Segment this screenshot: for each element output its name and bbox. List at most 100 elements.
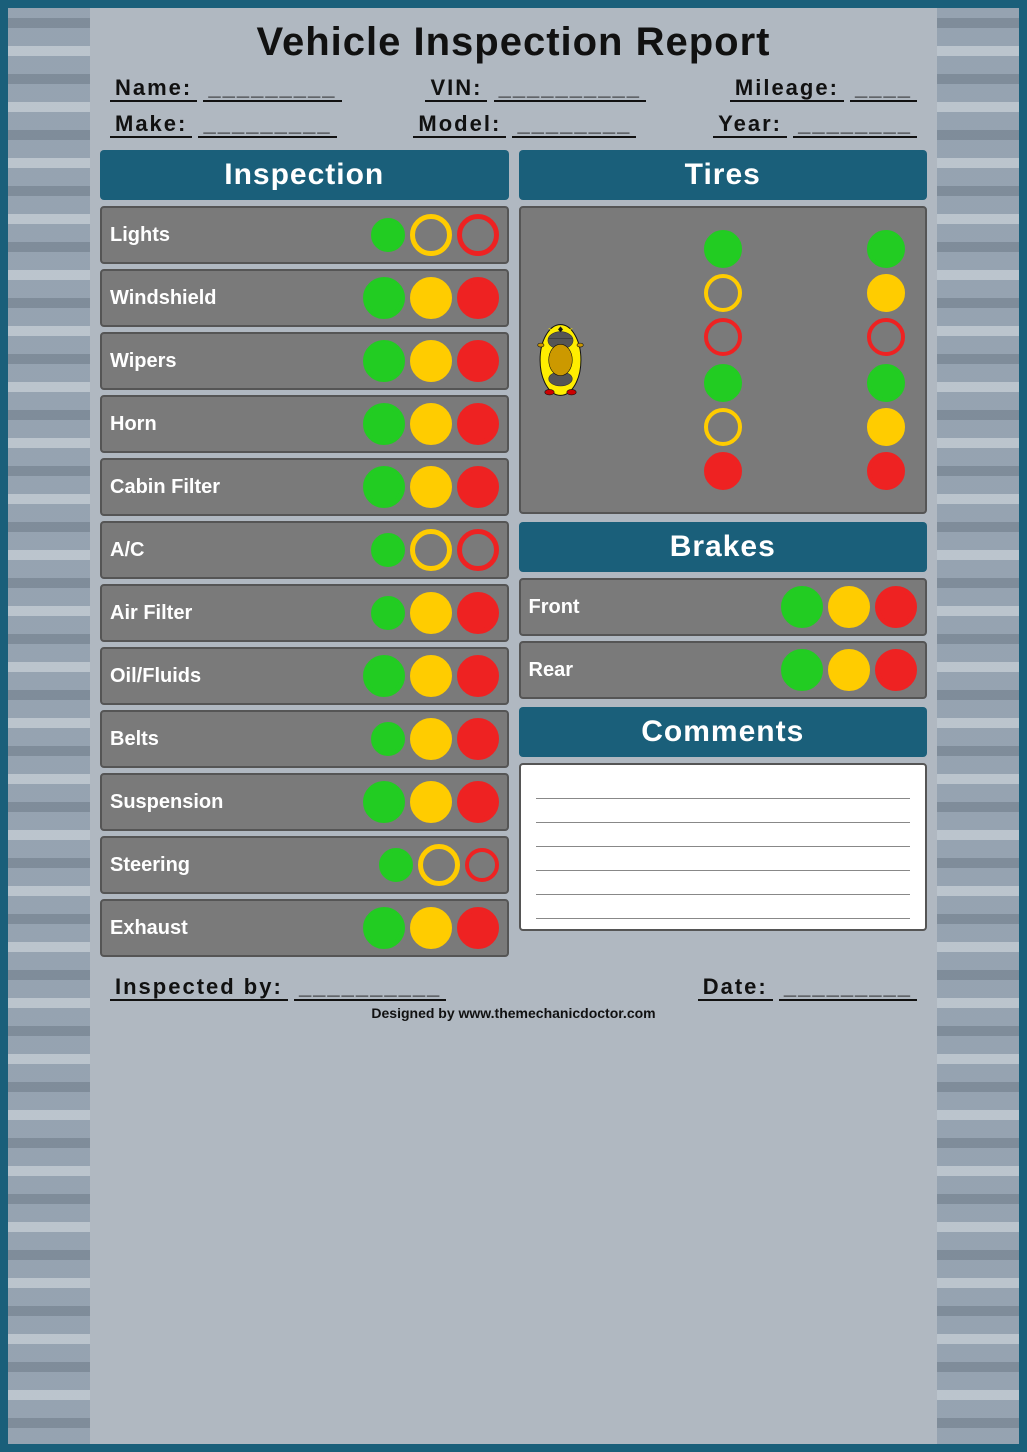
front-brakes-yellow bbox=[828, 586, 870, 628]
lights-circle-red bbox=[457, 214, 499, 256]
steering-circles bbox=[379, 844, 499, 886]
air-filter-label: Air Filter bbox=[110, 602, 192, 625]
rr-tire-yellow bbox=[867, 408, 905, 446]
report-header: Vehicle Inspection Report bbox=[100, 10, 927, 70]
steering-circle-green bbox=[379, 848, 413, 882]
comment-line-2 bbox=[536, 799, 911, 823]
rear-brakes-row: Rear bbox=[519, 641, 928, 699]
comments-box bbox=[519, 763, 928, 931]
lights-circle-yellow bbox=[410, 214, 452, 256]
fl-tire-yellow bbox=[704, 274, 742, 312]
air-filter-circle-red bbox=[457, 592, 499, 634]
exhaust-row: Exhaust bbox=[100, 899, 509, 957]
tire-track-left bbox=[0, 0, 90, 1452]
make-field: Make: _________ bbox=[110, 111, 337, 137]
inspection-col: Inspection Lights Windshield bbox=[100, 150, 509, 962]
steering-circle-yellow bbox=[418, 844, 460, 886]
exhaust-circles bbox=[363, 907, 499, 949]
info-row-1: Name: _________ VIN: __________ Mileage:… bbox=[100, 70, 927, 106]
cabin-filter-circle-green bbox=[363, 466, 405, 508]
rear-brakes-label: Rear bbox=[529, 659, 573, 682]
mileage-field: Mileage: ____ bbox=[730, 75, 917, 101]
windshield-circle-red bbox=[457, 277, 499, 319]
belts-circle-green bbox=[371, 722, 405, 756]
oil-fluids-circle-green bbox=[363, 655, 405, 697]
belts-label: Belts bbox=[110, 728, 159, 751]
oil-fluids-label: Oil/Fluids bbox=[110, 665, 201, 688]
ac-row: A/C bbox=[100, 521, 509, 579]
year-field: Year: ________ bbox=[713, 111, 917, 137]
tires-grid bbox=[533, 220, 914, 500]
comment-line-5 bbox=[536, 871, 911, 895]
comment-line-4 bbox=[536, 847, 911, 871]
tire-track-right bbox=[937, 0, 1027, 1452]
rear-brakes-yellow bbox=[828, 649, 870, 691]
fl-tire-red bbox=[704, 318, 742, 356]
rl-tire-red bbox=[704, 452, 742, 490]
cabin-filter-label: Cabin Filter bbox=[110, 476, 220, 499]
tires-header: Tires bbox=[519, 150, 928, 200]
front-brakes-circles bbox=[781, 586, 917, 628]
report-title: Vehicle Inspection Report bbox=[100, 20, 927, 65]
horn-label: Horn bbox=[110, 413, 157, 436]
wipers-circle-yellow bbox=[410, 340, 452, 382]
ac-circle-green bbox=[371, 533, 405, 567]
suspension-circle-red bbox=[457, 781, 499, 823]
cabin-filter-circles bbox=[363, 466, 499, 508]
air-filter-circle-yellow bbox=[410, 592, 452, 634]
cabin-filter-circle-red bbox=[457, 466, 499, 508]
brakes-section: Brakes Front Rear bbox=[519, 522, 928, 699]
suspension-circle-yellow bbox=[410, 781, 452, 823]
air-filter-row: Air Filter bbox=[100, 584, 509, 642]
exhaust-circle-yellow bbox=[410, 907, 452, 949]
two-col-layout: Inspection Lights Windshield bbox=[100, 150, 927, 962]
rr-tire-red bbox=[867, 452, 905, 490]
front-brakes-label: Front bbox=[529, 596, 580, 619]
rear-left-tires bbox=[596, 364, 851, 500]
horn-circle-yellow bbox=[410, 403, 452, 445]
inspected-by-field: Inspected by: __________ bbox=[110, 974, 446, 1000]
wipers-circles bbox=[363, 340, 499, 382]
lights-label: Lights bbox=[110, 224, 170, 247]
lights-circle-green bbox=[371, 218, 405, 252]
suspension-circle-green bbox=[363, 781, 405, 823]
right-col: Tires bbox=[519, 150, 928, 962]
steering-label: Steering bbox=[110, 854, 190, 877]
rr-tire-green bbox=[867, 364, 905, 402]
comment-line-1 bbox=[536, 775, 911, 799]
front-right-tires bbox=[858, 220, 913, 356]
rear-brakes-red bbox=[875, 649, 917, 691]
windshield-circle-green bbox=[363, 277, 405, 319]
front-brakes-row: Front bbox=[519, 578, 928, 636]
front-brakes-red bbox=[875, 586, 917, 628]
car-diagram bbox=[533, 220, 588, 500]
ac-circle-red bbox=[457, 529, 499, 571]
steering-row: Steering bbox=[100, 836, 509, 894]
exhaust-label: Exhaust bbox=[110, 917, 188, 940]
inspection-header: Inspection bbox=[100, 150, 509, 200]
windshield-row: Windshield bbox=[100, 269, 509, 327]
windshield-circles bbox=[363, 277, 499, 319]
rear-brakes-circles bbox=[781, 649, 917, 691]
rl-tire-yellow bbox=[704, 408, 742, 446]
windshield-circle-yellow bbox=[410, 277, 452, 319]
belts-circles bbox=[371, 718, 499, 760]
cabin-filter-row: Cabin Filter bbox=[100, 458, 509, 516]
windshield-label: Windshield bbox=[110, 287, 216, 310]
lights-circles bbox=[371, 214, 499, 256]
oil-fluids-circles bbox=[363, 655, 499, 697]
front-brakes-green bbox=[781, 586, 823, 628]
ac-circles bbox=[371, 529, 499, 571]
brakes-header: Brakes bbox=[519, 522, 928, 572]
wipers-circle-green bbox=[363, 340, 405, 382]
lights-row: Lights bbox=[100, 206, 509, 264]
comment-line-6 bbox=[536, 895, 911, 919]
belts-circle-yellow bbox=[410, 718, 452, 760]
cabin-filter-circle-yellow bbox=[410, 466, 452, 508]
oil-fluids-row: Oil/Fluids bbox=[100, 647, 509, 705]
comments-section: Comments bbox=[519, 707, 928, 931]
comment-line-3 bbox=[536, 823, 911, 847]
date-field: Date: _________ bbox=[698, 974, 917, 1000]
oil-fluids-circle-yellow bbox=[410, 655, 452, 697]
car-svg bbox=[533, 255, 588, 465]
